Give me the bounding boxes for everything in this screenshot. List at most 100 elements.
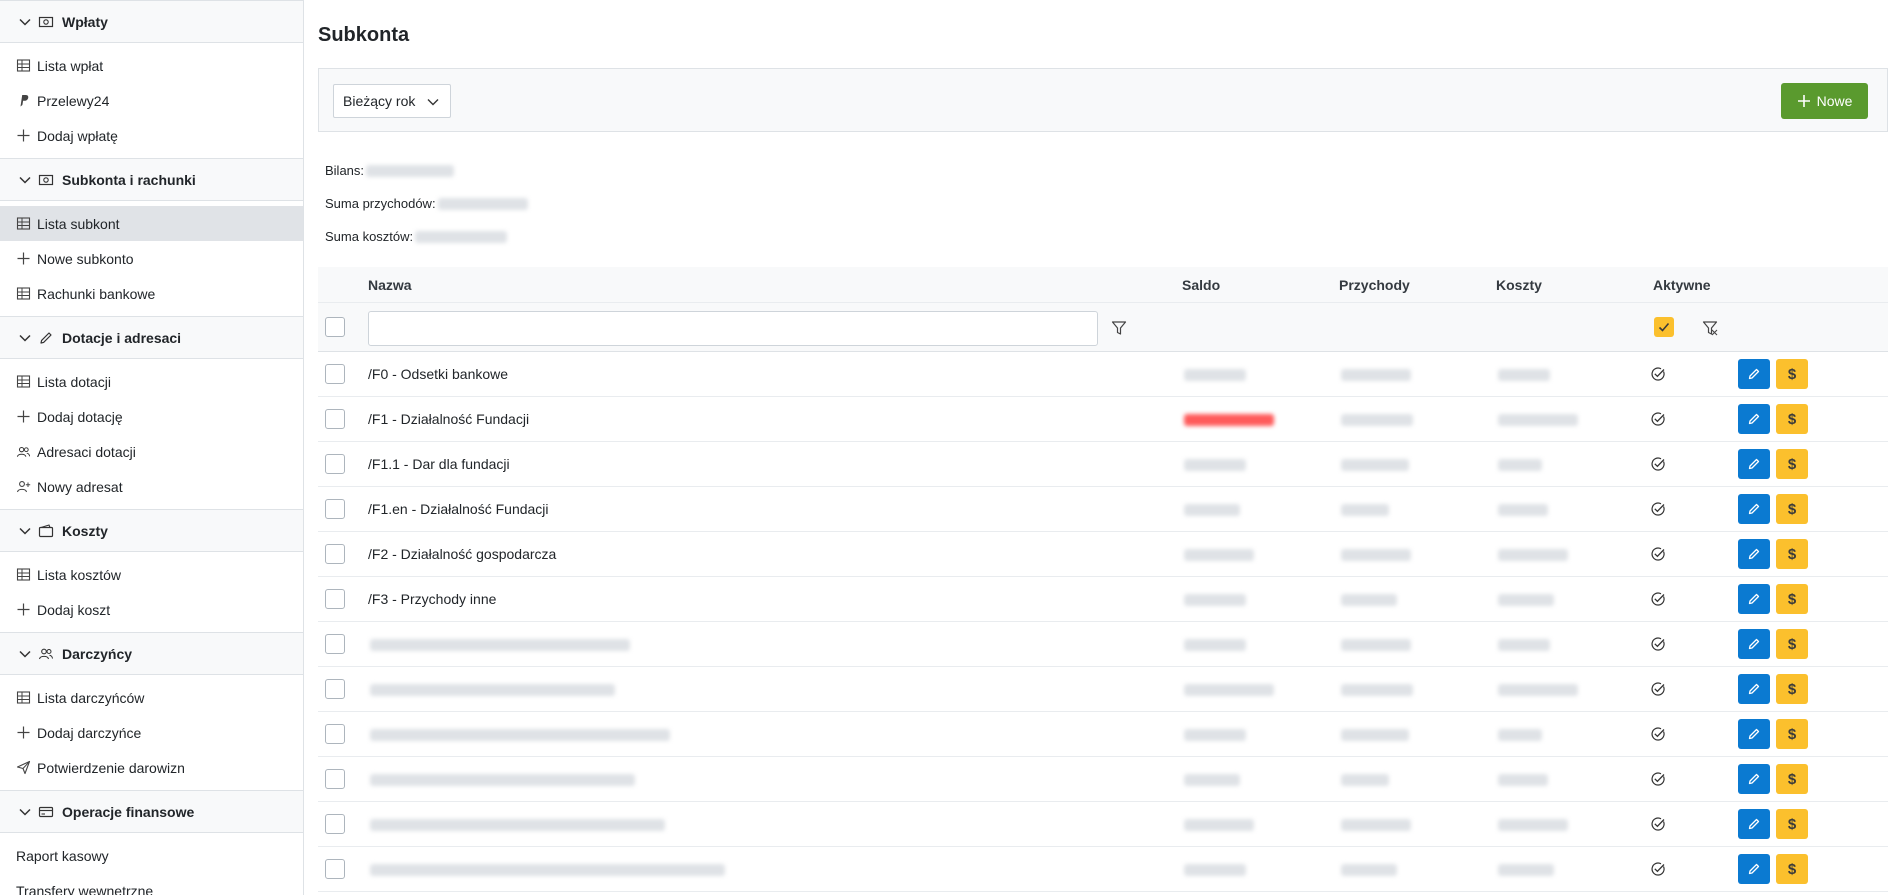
row-checkbox[interactable] <box>325 634 345 654</box>
sidebar-item-label: Lista darczyńców <box>37 689 145 706</box>
edit-button[interactable] <box>1738 854 1770 884</box>
balance-label: Bilans: <box>325 163 365 178</box>
pencil-icon <box>38 330 54 346</box>
pencil-icon <box>1747 817 1761 831</box>
sidebar-item[interactable]: Przelewy24 <box>0 83 303 118</box>
sidebar-section-header[interactable]: Wpłaty <box>0 1 303 43</box>
sidebar-item[interactable]: Dodaj darczyńce <box>0 715 303 750</box>
sidebar-items: Raport kasowy Transfery wewnętrzne <box>0 833 303 895</box>
table-icon <box>16 690 31 705</box>
check-circle-icon <box>1650 636 1666 652</box>
sidebar-item[interactable]: Nowe subkonto <box>0 241 303 276</box>
row-balance-redacted <box>1184 639 1246 651</box>
sidebar-item[interactable]: Potwierdzenie darowizn <box>0 750 303 785</box>
check-circle-icon <box>1650 726 1666 742</box>
operations-button[interactable]: $ <box>1776 494 1808 524</box>
operations-button[interactable]: $ <box>1776 539 1808 569</box>
sidebar-item[interactable]: Lista kosztów <box>0 557 303 592</box>
row-checkbox[interactable] <box>325 814 345 834</box>
row-checkbox[interactable] <box>325 499 345 519</box>
sidebar-section-header[interactable]: Operacje finansowe <box>0 791 303 833</box>
sidebar-item[interactable]: Rachunki bankowe <box>0 276 303 311</box>
table-icon <box>16 374 31 389</box>
costs-value-redacted <box>415 230 508 243</box>
sidebar-item[interactable]: Nowy adresat <box>0 469 303 504</box>
select-all-checkbox[interactable] <box>325 317 345 337</box>
sidebar-section-header[interactable]: Dotacje i adresaci <box>0 317 303 359</box>
sidebar-item[interactable]: Adresaci dotacji <box>0 434 303 469</box>
sidebar-section-header[interactable]: Darczyńcy <box>0 633 303 675</box>
name-filter-input[interactable] <box>368 311 1098 346</box>
table-row: /F3 - Przychody inne $ <box>318 577 1888 622</box>
operations-button[interactable]: $ <box>1776 719 1808 749</box>
sidebar-item-label: Dodaj darczyńce <box>37 724 142 741</box>
sidebar-section-header[interactable]: Subkonta i rachunki <box>0 159 303 201</box>
sidebar-item[interactable]: Lista wpłat <box>0 48 303 83</box>
row-checkbox[interactable] <box>325 589 345 609</box>
operations-button[interactable]: $ <box>1776 809 1808 839</box>
operations-button[interactable]: $ <box>1776 359 1808 389</box>
table-row: $ <box>318 667 1888 712</box>
row-income-redacted <box>1341 459 1409 471</box>
table-row: $ <box>318 757 1888 802</box>
sidebar-item-label: Przelewy24 <box>37 92 110 109</box>
row-costs-redacted <box>1498 639 1550 651</box>
row-checkbox[interactable] <box>325 679 345 699</box>
sidebar-item[interactable]: Lista subkont <box>0 206 303 241</box>
sidebar-item[interactable]: Lista darczyńców <box>0 680 303 715</box>
row-checkbox[interactable] <box>325 769 345 789</box>
edit-button[interactable] <box>1738 809 1770 839</box>
table-row: $ <box>318 847 1888 892</box>
sidebar-item[interactable]: Dodaj dotację <box>0 399 303 434</box>
operations-button[interactable]: $ <box>1776 674 1808 704</box>
row-balance-redacted <box>1184 864 1246 876</box>
edit-button[interactable] <box>1738 494 1770 524</box>
edit-button[interactable] <box>1738 404 1770 434</box>
sidebar-item[interactable]: Dodaj wpłatę <box>0 118 303 153</box>
column-header-name[interactable]: Nazwa <box>368 277 412 293</box>
column-header-income[interactable]: Przychody <box>1339 277 1410 293</box>
column-header-balance[interactable]: Saldo <box>1182 277 1220 293</box>
edit-button[interactable] <box>1738 359 1770 389</box>
sidebar-item[interactable]: Raport kasowy <box>0 838 303 873</box>
sidebar-section-header[interactable]: Koszty <box>0 510 303 552</box>
edit-button[interactable] <box>1738 764 1770 794</box>
row-checkbox[interactable] <box>325 724 345 744</box>
chevron-down-icon <box>18 15 32 29</box>
edit-button[interactable] <box>1738 539 1770 569</box>
column-header-costs[interactable]: Koszty <box>1496 277 1542 293</box>
row-checkbox[interactable] <box>325 409 345 429</box>
plus-icon <box>16 409 31 424</box>
dollar-icon: $ <box>1787 860 1797 878</box>
row-checkbox[interactable] <box>325 859 345 879</box>
edit-button[interactable] <box>1738 584 1770 614</box>
table-icon <box>16 286 31 301</box>
edit-button[interactable] <box>1738 674 1770 704</box>
sidebar-item[interactable]: Lista dotacji <box>0 364 303 399</box>
row-checkbox[interactable] <box>325 544 345 564</box>
row-costs-redacted <box>1498 369 1550 381</box>
filter-icon[interactable] <box>1111 320 1127 336</box>
income-value-redacted <box>437 197 528 210</box>
plus-icon <box>1797 94 1811 108</box>
active-filter-checkbox[interactable] <box>1654 317 1674 337</box>
operations-button[interactable]: $ <box>1776 764 1808 794</box>
row-checkbox[interactable] <box>325 454 345 474</box>
year-select[interactable]: Bieżący rok <box>333 84 451 118</box>
operations-button[interactable]: $ <box>1776 629 1808 659</box>
row-checkbox[interactable] <box>325 364 345 384</box>
sidebar-item[interactable]: Transfery wewnętrzne <box>0 873 303 895</box>
clear-filter-icon[interactable] <box>1702 320 1718 336</box>
operations-button[interactable]: $ <box>1776 449 1808 479</box>
edit-button[interactable] <box>1738 449 1770 479</box>
sidebar-item[interactable]: Dodaj koszt <box>0 592 303 627</box>
operations-button[interactable]: $ <box>1776 404 1808 434</box>
operations-button[interactable]: $ <box>1776 584 1808 614</box>
row-name: /F1.1 - Dar dla fundacji <box>368 456 510 472</box>
new-subaccount-button[interactable]: Nowe <box>1781 83 1868 119</box>
column-header-active[interactable]: Aktywne <box>1653 277 1711 293</box>
edit-button[interactable] <box>1738 719 1770 749</box>
row-name: /F2 - Działalność gospodarcza <box>368 546 557 562</box>
operations-button[interactable]: $ <box>1776 854 1808 884</box>
edit-button[interactable] <box>1738 629 1770 659</box>
